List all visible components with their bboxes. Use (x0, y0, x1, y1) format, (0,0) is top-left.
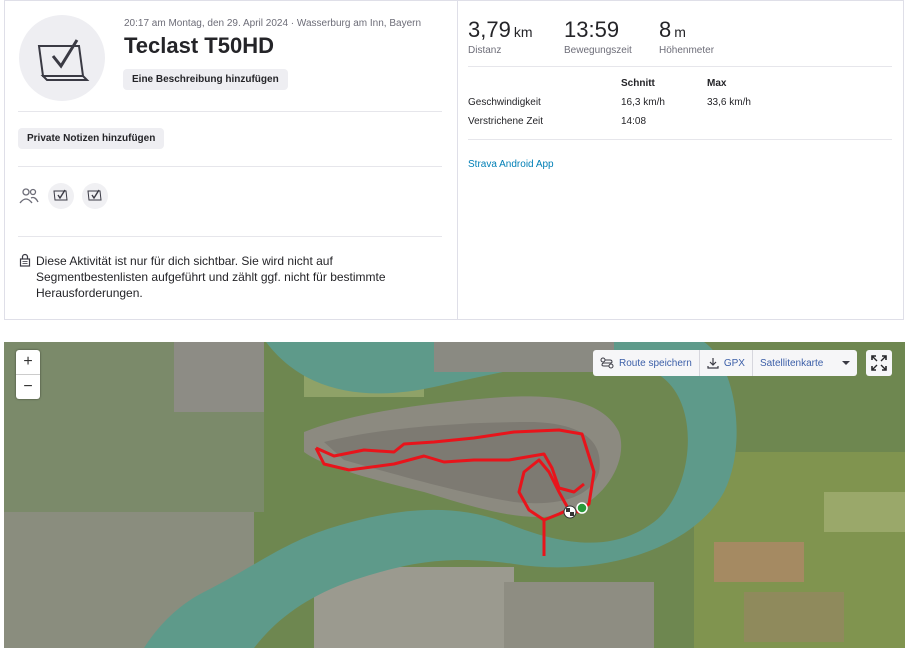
activity-card: 20:17 am Montag, den 29. April 2024 · Wa… (4, 0, 904, 320)
distance-value: 3,79 (468, 17, 511, 42)
col-header-max: Max (707, 78, 727, 89)
map-type-label: Satellitenkarte (759, 357, 824, 369)
map-type-select[interactable]: Satellitenkarte (752, 350, 857, 376)
fullscreen-button[interactable] (866, 350, 892, 376)
elevation-unit: m (674, 24, 686, 40)
route-track (314, 428, 596, 556)
moving-time-label: Bewegungszeit (564, 45, 632, 56)
stat-elevation: 8m Höhenmeter (659, 17, 714, 56)
speed-avg: 16,3 km/h (621, 97, 665, 108)
add-description-button[interactable]: Eine Beschreibung hinzufügen (123, 69, 288, 90)
elevation-value: 8 (659, 17, 672, 42)
divider (18, 111, 442, 112)
save-route-label: Route speichern (619, 357, 692, 369)
activity-title: Teclast T50HD (124, 33, 274, 58)
activity-meta: 20:17 am Montag, den 29. April 2024 · Wa… (124, 18, 422, 29)
map-toolbar: Route speichern GPX Satellitenkarte (593, 350, 857, 376)
row-label-speed: Geschwindigkeit (468, 97, 541, 108)
route-icon (600, 357, 614, 369)
col-header-avg: Schnitt (621, 78, 655, 89)
gpx-download-button[interactable]: GPX (699, 350, 753, 376)
elevation-label: Höhenmeter (659, 45, 715, 56)
device-app-link[interactable]: Strava Android App (468, 159, 554, 170)
privacy-text: Diese Aktivität ist nur für dich sichtba… (36, 254, 386, 300)
divider (18, 166, 442, 167)
stat-moving-time: 13:59 Bewegungszeit (564, 17, 632, 56)
save-route-button[interactable]: Route speichern (593, 350, 700, 376)
route-map[interactable]: + − Route speichern GPX Satellitenkarte (4, 342, 905, 648)
device-badge-icon[interactable] (48, 183, 74, 209)
elapsed-avg: 14:08 (621, 116, 647, 127)
activity-icons-row (18, 183, 108, 209)
divider (468, 66, 892, 67)
gpx-label: GPX (723, 357, 745, 369)
row-label-elapsed: Verstrichene Zeit (468, 116, 544, 127)
device-badge-icon[interactable] (82, 183, 108, 209)
group-icon[interactable] (18, 186, 40, 206)
caret-down-icon (841, 361, 850, 365)
card-divider (457, 1, 458, 320)
distance-unit: km (513, 24, 533, 40)
speed-max: 33,6 km/h (707, 97, 751, 108)
divider (468, 139, 892, 140)
lock-icon (19, 253, 31, 267)
zoom-control: + − (16, 350, 40, 399)
device-avatar (19, 15, 105, 101)
zoom-out-button[interactable]: − (16, 374, 40, 399)
laptop-check-icon (37, 39, 90, 81)
zoom-in-button[interactable]: + (16, 350, 40, 374)
moving-time-value: 13:59 (564, 17, 620, 42)
divider (18, 236, 442, 237)
fullscreen-icon (871, 355, 887, 371)
distance-label: Distanz (468, 45, 502, 56)
download-icon (707, 358, 719, 369)
privacy-notice: Diese Aktivität ist nur für dich sichtba… (19, 253, 429, 301)
private-notes-button[interactable]: Private Notizen hinzufügen (18, 128, 165, 149)
stat-distance: 3,79 km Distanz (468, 17, 533, 56)
